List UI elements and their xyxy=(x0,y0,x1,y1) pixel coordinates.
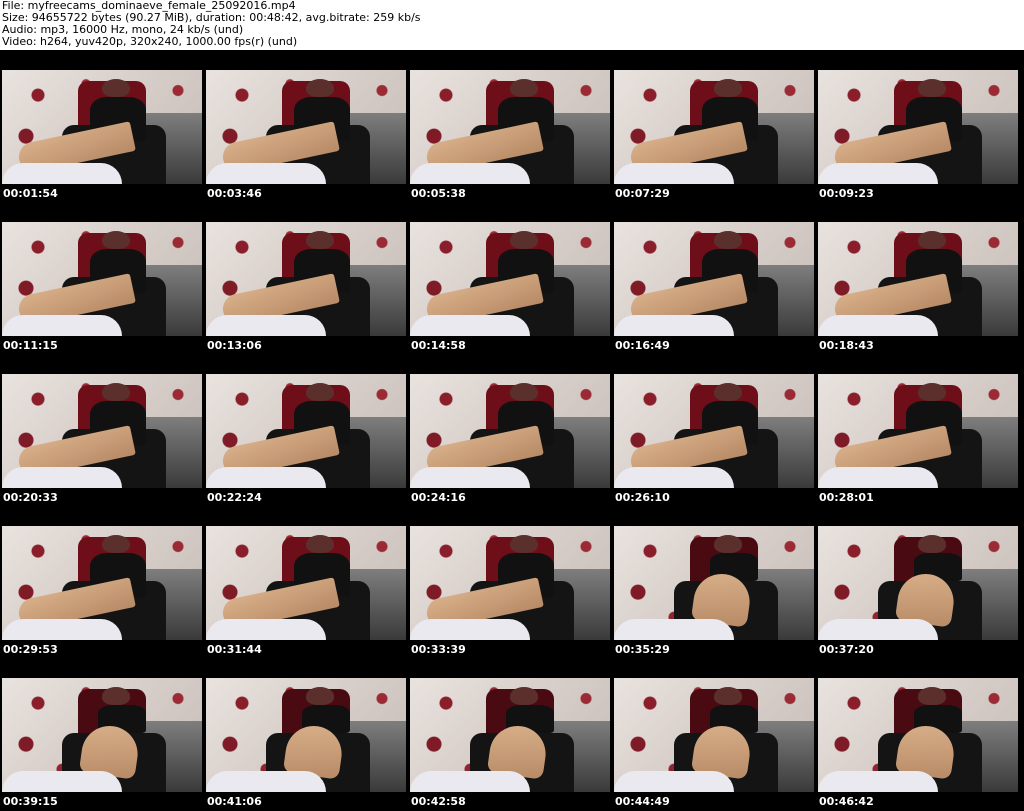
video-frame-thumbnail[interactable] xyxy=(206,222,406,336)
thumbnail-row-4: 00:29:53 00:31:44 00:33:39 00:35:29 00:3… xyxy=(0,506,1024,658)
thumbnail-cell[interactable]: 00:05:38 xyxy=(408,50,611,202)
thumbnail-row-2: 00:11:15 00:13:06 00:14:58 00:16:49 00:1… xyxy=(0,202,1024,354)
thumbnail-cell[interactable]: 00:35:29 xyxy=(612,506,815,658)
video-frame-thumbnail[interactable] xyxy=(410,526,610,640)
video-frame-thumbnail[interactable] xyxy=(2,678,202,792)
thumbnail-cell[interactable]: 00:09:23 xyxy=(816,50,1019,202)
frame-timestamp: 00:28:01 xyxy=(819,491,874,504)
thumbnail-cell[interactable]: 00:37:20 xyxy=(816,506,1019,658)
thumbnail-cell[interactable]: 00:41:06 xyxy=(204,658,407,810)
thumbnail-cell[interactable]: 00:20:33 xyxy=(0,354,203,506)
thumbnail-cell[interactable]: 00:42:58 xyxy=(408,658,611,810)
frame-timestamp: 00:13:06 xyxy=(207,339,262,352)
file-info-header: File: myfreecams_dominaeve_female_250920… xyxy=(0,0,1024,50)
thumbnail-cell[interactable]: 00:26:10 xyxy=(612,354,815,506)
frame-timestamp: 00:16:49 xyxy=(615,339,670,352)
video-frame-thumbnail[interactable] xyxy=(206,678,406,792)
thumbnail-cell[interactable]: 00:01:54 xyxy=(0,50,203,202)
frame-timestamp: 00:11:15 xyxy=(3,339,58,352)
thumbnail-cell[interactable]: 00:14:58 xyxy=(408,202,611,354)
frame-timestamp: 00:44:49 xyxy=(615,795,670,808)
frame-timestamp: 00:33:39 xyxy=(411,643,466,656)
video-frame-thumbnail[interactable] xyxy=(614,70,814,184)
video-frame-thumbnail[interactable] xyxy=(2,222,202,336)
video-frame-thumbnail[interactable] xyxy=(2,70,202,184)
video-frame-thumbnail[interactable] xyxy=(818,526,1018,640)
video-frame-thumbnail[interactable] xyxy=(614,222,814,336)
video-frame-thumbnail[interactable] xyxy=(410,374,610,488)
thumbnail-cell[interactable]: 00:46:42 xyxy=(816,658,1019,810)
thumbnail-cell[interactable]: 00:16:49 xyxy=(612,202,815,354)
frame-timestamp: 00:31:44 xyxy=(207,643,262,656)
thumbnail-cell[interactable]: 00:03:46 xyxy=(204,50,407,202)
thumbnail-cell[interactable]: 00:13:06 xyxy=(204,202,407,354)
video-frame-thumbnail[interactable] xyxy=(2,526,202,640)
thumbnail-cell[interactable]: 00:22:24 xyxy=(204,354,407,506)
frame-timestamp: 00:26:10 xyxy=(615,491,670,504)
frame-timestamp: 00:14:58 xyxy=(411,339,466,352)
video-frame-thumbnail[interactable] xyxy=(614,678,814,792)
thumbnail-cell[interactable]: 00:07:29 xyxy=(612,50,815,202)
frame-timestamp: 00:41:06 xyxy=(207,795,262,808)
thumbnail-cell[interactable]: 00:24:16 xyxy=(408,354,611,506)
frame-timestamp: 00:35:29 xyxy=(615,643,670,656)
frame-timestamp: 00:09:23 xyxy=(819,187,874,200)
video-frame-thumbnail[interactable] xyxy=(818,374,1018,488)
frame-timestamp: 00:07:29 xyxy=(615,187,670,200)
frame-timestamp: 00:29:53 xyxy=(3,643,58,656)
frame-timestamp: 00:42:58 xyxy=(411,795,466,808)
video-frame-thumbnail[interactable] xyxy=(206,374,406,488)
video-frame-thumbnail[interactable] xyxy=(2,374,202,488)
frame-timestamp: 00:01:54 xyxy=(3,187,58,200)
video-frame-thumbnail[interactable] xyxy=(818,678,1018,792)
frame-timestamp: 00:22:24 xyxy=(207,491,262,504)
video-frame-thumbnail[interactable] xyxy=(410,222,610,336)
video-frame-thumbnail[interactable] xyxy=(410,678,610,792)
thumbnail-cell[interactable]: 00:29:53 xyxy=(0,506,203,658)
thumbnail-cell[interactable]: 00:33:39 xyxy=(408,506,611,658)
thumbnail-cell[interactable]: 00:31:44 xyxy=(204,506,407,658)
video-frame-thumbnail[interactable] xyxy=(818,70,1018,184)
frame-timestamp: 00:18:43 xyxy=(819,339,874,352)
frame-timestamp: 00:20:33 xyxy=(3,491,58,504)
video-frame-thumbnail[interactable] xyxy=(206,70,406,184)
frame-timestamp: 00:39:15 xyxy=(3,795,58,808)
video-frame-thumbnail[interactable] xyxy=(614,526,814,640)
thumbnail-row-5: 00:39:15 00:41:06 00:42:58 00:44:49 00:4… xyxy=(0,658,1024,810)
thumbnail-cell[interactable]: 00:44:49 xyxy=(612,658,815,810)
thumbnail-row-3: 00:20:33 00:22:24 00:24:16 00:26:10 00:2… xyxy=(0,354,1024,506)
frame-timestamp: 00:46:42 xyxy=(819,795,874,808)
video-frame-thumbnail[interactable] xyxy=(410,70,610,184)
frame-timestamp: 00:05:38 xyxy=(411,187,466,200)
thumbnail-row-1: 00:01:54 00:03:46 00:05:38 00:07:29 00:0… xyxy=(0,50,1024,202)
video-frame-thumbnail[interactable] xyxy=(818,222,1018,336)
thumbnail-cell[interactable]: 00:28:01 xyxy=(816,354,1019,506)
video-info-text: Video: h264, yuv420p, 320x240, 1000.00 f… xyxy=(2,35,298,48)
frame-timestamp: 00:37:20 xyxy=(819,643,874,656)
thumbnail-cell[interactable]: 00:18:43 xyxy=(816,202,1019,354)
frame-timestamp: 00:24:16 xyxy=(411,491,466,504)
thumbnail-grid: 00:01:54 00:03:46 00:05:38 00:07:29 00:0… xyxy=(0,50,1024,811)
thumbnail-cell[interactable]: 00:39:15 xyxy=(0,658,203,810)
frame-timestamp: 00:03:46 xyxy=(207,187,262,200)
thumbnail-cell[interactable]: 00:11:15 xyxy=(0,202,203,354)
video-frame-thumbnail[interactable] xyxy=(206,526,406,640)
video-frame-thumbnail[interactable] xyxy=(614,374,814,488)
